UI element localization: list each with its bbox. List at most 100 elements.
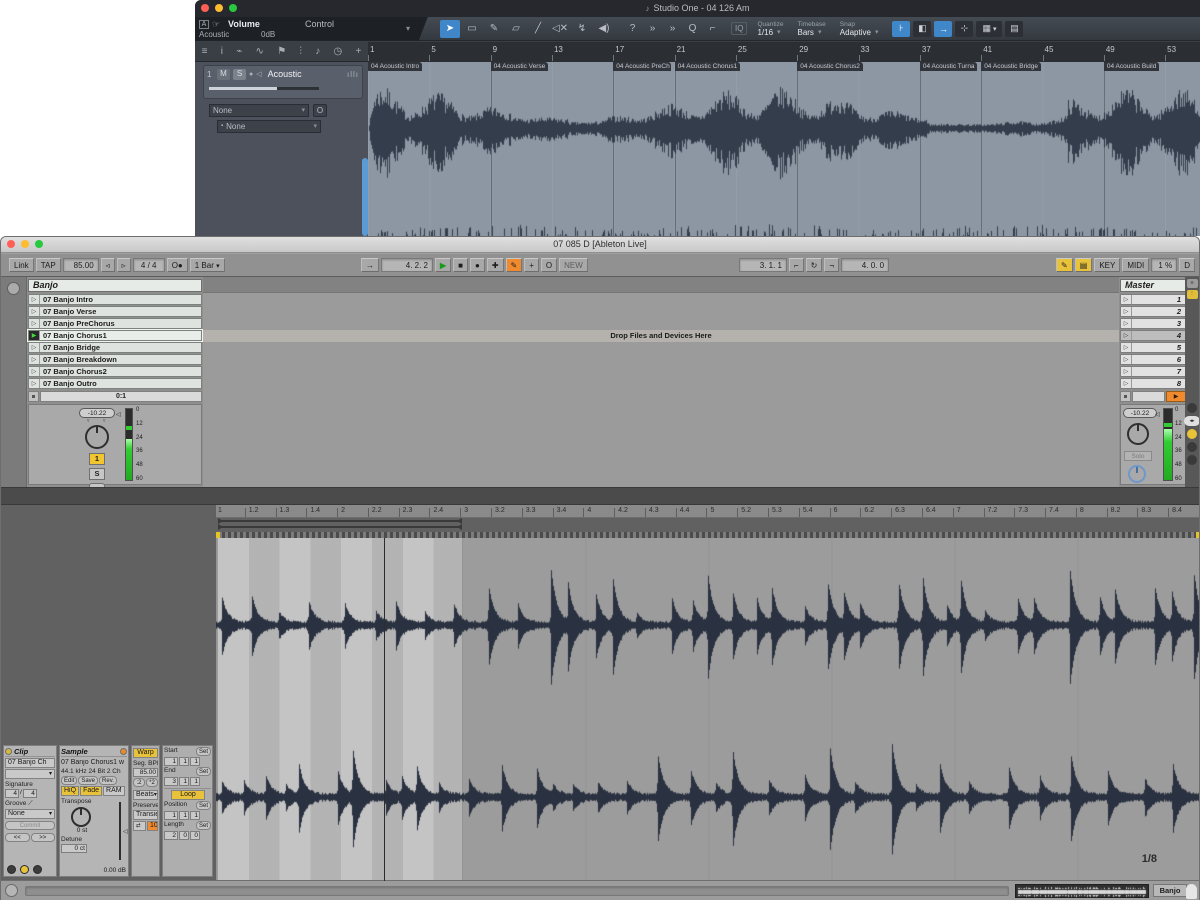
layers-toggle[interactable]: ▤ [1005, 21, 1023, 37]
key-map-button[interactable]: KEY [1094, 258, 1120, 272]
mixer-toggle[interactable]: ⫶ [1187, 290, 1198, 299]
show-info-button[interactable] [5, 884, 18, 897]
loop-brace[interactable] [218, 520, 462, 524]
start-end-brace[interactable] [218, 526, 462, 530]
scene-slot[interactable]: ▷7 [1120, 366, 1186, 377]
launch-tab-toggle[interactable] [20, 865, 29, 874]
follow-button[interactable]: → [361, 258, 379, 272]
clip-slot[interactable]: ▷07 Banjo PreChorus [28, 318, 202, 329]
timebase-select[interactable]: Bars▾ [797, 29, 825, 37]
hand-icon[interactable]: ☞ [212, 19, 220, 30]
clip-end-marker[interactable] [1196, 532, 1200, 538]
crossfader-toggle[interactable]: ◂▸ [1184, 416, 1200, 426]
help-icon[interactable]: ? [624, 20, 641, 38]
scene-play-icon[interactable]: ▷ [1121, 367, 1132, 376]
signature-denominator[interactable]: 4 [23, 789, 37, 798]
clip-start-marker[interactable] [216, 532, 220, 538]
bend-tool[interactable]: ↯ [572, 20, 592, 38]
loop-length-field[interactable]: 4. 0. 0 [841, 258, 889, 272]
track-title[interactable]: Banjo [28, 279, 202, 292]
show-detail-button[interactable] [1186, 884, 1197, 899]
midi-map-button[interactable]: MIDI [1122, 258, 1149, 272]
clip-tab-toggle[interactable] [7, 865, 16, 874]
nudge-up-button[interactable]: ▹ [117, 258, 131, 272]
stop-button[interactable]: ■ [453, 258, 468, 272]
listen-tool[interactable]: ◀) [594, 20, 614, 38]
play-from-icon[interactable]: » [644, 20, 661, 38]
scene-slot[interactable]: ▷5 [1120, 342, 1186, 353]
marker-flag[interactable]: 04 Acoustic Chorus2 [797, 62, 863, 71]
tempo-field[interactable]: 85.00 [63, 258, 99, 272]
scene-slot[interactable]: ▷2 [1120, 306, 1186, 317]
track-delay-toggle[interactable] [1187, 455, 1197, 465]
iq-toggle[interactable]: IQ [731, 22, 747, 35]
quantize-icon[interactable]: Q [684, 20, 701, 38]
info-icon[interactable]: i [221, 46, 223, 57]
zoom-icon[interactable] [35, 240, 43, 248]
show-browser-button[interactable] [7, 282, 20, 295]
clip-play-icon[interactable]: ▶ [29, 331, 40, 340]
master-title[interactable]: Master [1120, 279, 1186, 292]
clip-play-icon[interactable]: ▷ [29, 355, 40, 364]
detune-field[interactable]: 0 ct [61, 844, 87, 853]
io-toggle[interactable] [1187, 403, 1197, 413]
clip-name-field[interactable]: 07 Banjo Ch [5, 758, 55, 768]
clip-overview[interactable] [1015, 884, 1149, 898]
hiq-button[interactable]: HiQ [61, 786, 79, 796]
master-pan-knob[interactable] [1127, 423, 1149, 445]
insert-select[interactable]: None▾ [209, 104, 309, 117]
scene-slot[interactable]: ▷4 [1120, 330, 1186, 341]
scene-slot[interactable]: ▷6 [1120, 354, 1186, 365]
overview-toggle[interactable]: ≡ [1187, 279, 1198, 288]
marker-flag[interactable]: 04 Acoustic Verse [491, 62, 549, 71]
clip-play-icon[interactable]: ▷ [29, 343, 40, 352]
transient-envelope-field[interactable]: 100 [147, 821, 158, 831]
overdub-button[interactable]: ✚ [487, 258, 504, 272]
start-set-button[interactable]: Set [196, 747, 211, 756]
beat-time-ruler[interactable]: 11.21.31.422.22.32.433.23.33.444.24.34.4… [216, 505, 1199, 518]
groove-select[interactable]: None▾ [5, 809, 55, 819]
close-icon[interactable] [201, 4, 209, 12]
record-button[interactable]: ● [470, 258, 485, 272]
marker-flag[interactable]: 04 Acoustic Bridge [981, 62, 1041, 71]
close-icon[interactable] [7, 240, 15, 248]
clip-slot[interactable]: ▶07 Banjo Chorus1 [28, 330, 202, 341]
pan-knob[interactable] [85, 425, 109, 449]
clip-play-icon[interactable]: ▷ [29, 379, 40, 388]
autoscroll-toggle[interactable]: ⊦ [892, 21, 910, 37]
minimize-icon[interactable] [21, 240, 29, 248]
scene-play-icon[interactable]: ▷ [1121, 355, 1132, 364]
half-tempo-button[interactable]: :2 [133, 778, 145, 787]
play-button[interactable]: ▶ [435, 258, 451, 272]
arrangement-position[interactable]: 4. 2. 2 [381, 258, 433, 272]
crosshair-toggle[interactable]: ⊹ [955, 21, 973, 37]
clip-slot[interactable]: ▷07 Banjo Breakdown [28, 354, 202, 365]
scene-play-icon[interactable]: ▷ [1121, 307, 1132, 316]
clip-slot[interactable]: ▷07 Banjo Intro [28, 294, 202, 305]
monitor-icon[interactable]: ◁ [256, 70, 261, 78]
marker-lane[interactable]: 04 Acoustic Intro04 Acoustic Verse04 Aco… [368, 62, 1200, 72]
volume-field[interactable]: -10.22 [79, 408, 115, 418]
start-sixteenth[interactable]: 1 [190, 757, 200, 766]
hot-swap-icon[interactable] [120, 748, 127, 755]
track-header[interactable]: 1 M S ● ◁ Acoustic ıllı [203, 65, 363, 99]
clip-play-icon[interactable]: ▷ [29, 367, 40, 376]
track-name[interactable]: Acoustic [268, 69, 302, 79]
clip-box-header[interactable]: Clip [5, 747, 55, 757]
nudge-back-button[interactable]: << [5, 833, 30, 842]
marker-flag[interactable]: 04 Acoustic PreCh [613, 62, 670, 71]
track-lane[interactable]: 04 Acoustic Intro04 Acoustic Verse04 Aco… [368, 62, 1200, 236]
track-tab[interactable]: Banjo [1153, 884, 1187, 897]
warp-mode-select[interactable]: Beats▾ [133, 790, 158, 800]
reverse-button[interactable]: Rev. [99, 776, 117, 785]
punch-out-button[interactable]: ¬ [824, 258, 839, 272]
wrench-icon[interactable]: ⌁ [236, 46, 242, 57]
time-signature-field[interactable]: 4 / 4 [133, 258, 165, 272]
hamburger-icon[interactable]: ≡ [202, 46, 208, 57]
marker-flag-icon[interactable]: ⚑ [277, 46, 286, 57]
loop-start-field[interactable]: 3. 1. 1 [739, 258, 787, 272]
zoom-icon[interactable] [229, 4, 237, 12]
scene-slot[interactable]: ▷3 [1120, 318, 1186, 329]
scene-play-icon[interactable]: ▷ [1121, 331, 1132, 340]
warp-button[interactable]: Warp [133, 748, 158, 758]
